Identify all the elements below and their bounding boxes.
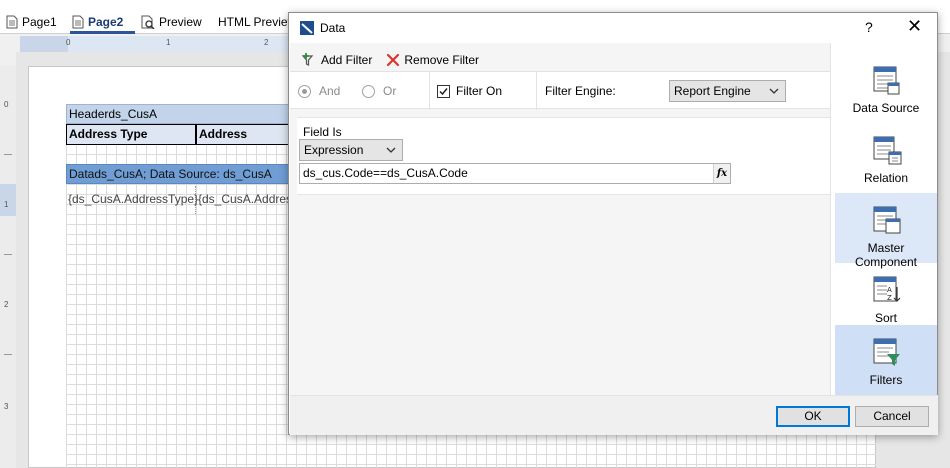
nav-item-relation[interactable]: Relation [835, 123, 937, 193]
tab-page1[interactable]: Page1 [6, 12, 57, 32]
remove-filter-button[interactable]: Remove Filter [382, 49, 483, 71]
or-radio[interactable]: Or [362, 84, 396, 98]
tab-label: Page1 [22, 15, 57, 29]
ruler-label: 0 [66, 38, 71, 47]
ruler-label: 1 [4, 200, 9, 209]
radio-and-control[interactable] [298, 84, 311, 98]
nav-item-data-source[interactable]: Data Source [835, 53, 937, 123]
and-radio[interactable]: And [298, 84, 340, 98]
data-nav-pane: Data Source Relation Master Component AZ… [830, 43, 937, 395]
filter-on-checkbox[interactable]: Filter On [437, 84, 502, 98]
sort-icon: AZ [873, 276, 901, 302]
help-button[interactable]: ? [865, 19, 873, 35]
field-is-value: Expression [304, 143, 364, 157]
header-cell-address[interactable]: Address [196, 124, 292, 145]
data-cell-address[interactable]: {ds_CusA.Address [196, 186, 292, 214]
tab-label: HTML Preview [218, 15, 290, 29]
ruler-label: 0 [4, 100, 9, 109]
check-icon [439, 87, 448, 95]
data-dialog: Data ? ✕ Add Filter Remove Filter And Or… [288, 12, 938, 435]
close-icon[interactable]: ✕ [907, 16, 922, 37]
or-label: Or [383, 84, 397, 98]
field-is-select[interactable]: Expression [299, 139, 403, 161]
horizontal-ruler: 0 1 2 [20, 36, 290, 52]
ok-button[interactable]: OK [776, 406, 850, 427]
filter-on-label: Filter On [456, 84, 503, 98]
data-source-icon [873, 66, 900, 95]
add-filter-button[interactable]: Add Filter [297, 49, 376, 71]
ruler-label: 2 [264, 38, 269, 47]
svg-text:A: A [887, 286, 892, 294]
tab-html-preview[interactable]: HTML Preview [214, 12, 290, 32]
nav-item-master-component[interactable]: Master Component [835, 193, 937, 269]
radio-or-control[interactable] [362, 84, 375, 98]
page-icon [6, 15, 18, 29]
nav-label: Filters [869, 373, 903, 387]
filter-engine-label: Filter Engine: [545, 84, 616, 98]
divider [536, 72, 537, 110]
divider [429, 72, 430, 110]
nav-label: Relation [863, 171, 909, 185]
and-label: And [319, 84, 341, 98]
add-filter-label: Add Filter [321, 53, 373, 67]
header-cell-address-type[interactable]: Address Type [66, 124, 196, 145]
ruler-label: 3 [4, 402, 9, 411]
add-filter-icon [301, 53, 314, 66]
data-window-icon [300, 21, 314, 35]
tab-preview[interactable]: Preview [141, 12, 202, 32]
expression-editor-button[interactable]: fx [713, 164, 730, 183]
chevron-down-icon [769, 88, 779, 94]
filters-icon [873, 338, 900, 366]
checkbox-control[interactable] [437, 84, 450, 98]
nav-label: Sort [874, 311, 897, 325]
nav-item-sort[interactable]: AZ Sort [835, 263, 937, 333]
filter-engine-select[interactable]: Report Engine [669, 80, 786, 102]
dialog-title: Data [320, 21, 346, 35]
dialog-title-bar[interactable]: Data ? ✕ [289, 13, 937, 43]
expression-input[interactable]: ds_cus.Code==ds_CusA.Code [299, 163, 731, 184]
active-tab-indicator [70, 31, 135, 34]
tab-label: Page2 [88, 15, 124, 29]
vertical-ruler: 0 1 2 3 [0, 66, 16, 468]
nav-label: Data Source [852, 101, 920, 115]
data-band[interactable]: Datads_CusA; Data Source: ds_CusA [66, 164, 292, 184]
page-icon [72, 15, 84, 29]
remove-filter-label: Remove Filter [404, 53, 480, 67]
tab-label: Preview [159, 15, 202, 29]
tab-page2[interactable]: Page2 [72, 12, 123, 32]
filter-engine-value: Report Engine [674, 84, 751, 98]
remove-icon [387, 53, 400, 67]
chevron-down-icon [386, 147, 396, 153]
cancel-button[interactable]: Cancel [855, 406, 929, 427]
header-band[interactable]: Headerds_CusA [66, 104, 292, 124]
ruler-label: 1 [166, 38, 171, 47]
svg-text:Z: Z [887, 294, 892, 302]
data-cell-address-type[interactable]: {ds_CusA.AddressType} [66, 186, 198, 214]
relation-icon [873, 136, 902, 165]
ruler-label: 2 [4, 300, 9, 309]
filter-toolbar: Add Filter Remove Filter [297, 49, 489, 71]
nav-item-filters[interactable]: Filters [835, 325, 937, 395]
master-component-icon [873, 206, 901, 234]
field-is-label: Field Is [303, 125, 342, 139]
preview-icon [141, 15, 155, 29]
filter-options-row: And Or Filter On Filter Engine: Report E… [290, 71, 830, 110]
